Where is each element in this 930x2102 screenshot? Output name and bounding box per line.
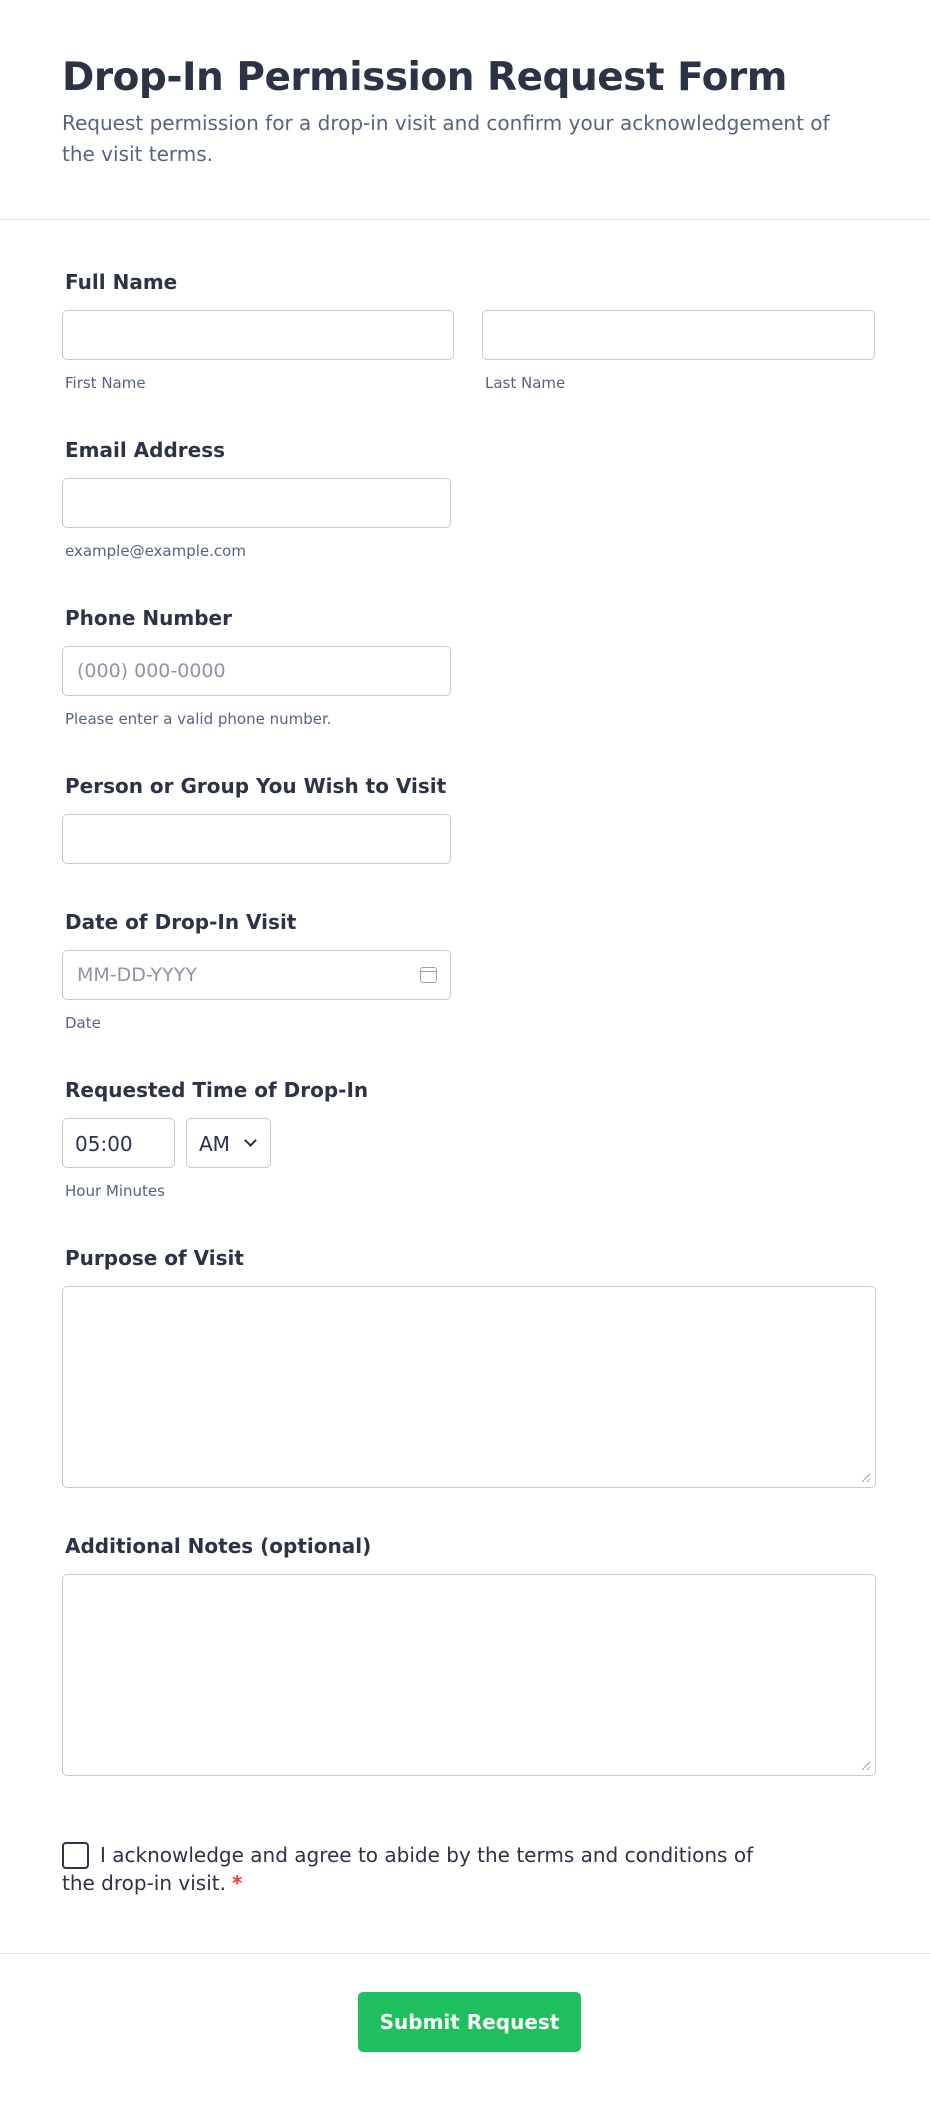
visit-person-label: Person or Group You Wish to Visit	[65, 774, 447, 798]
submit-button[interactable]: Submit Request	[358, 1992, 581, 2052]
email-label: Email Address	[65, 438, 226, 462]
visit-person-input[interactable]	[62, 814, 451, 864]
form-header: Drop-In Permission Request Form Request …	[0, 0, 930, 220]
resize-handle-icon[interactable]	[862, 1762, 870, 1770]
phone-field: Phone Number (000) 000-0000 Please enter…	[62, 604, 451, 728]
notes-textarea[interactable]	[62, 1574, 876, 1776]
first-name-input[interactable]	[62, 310, 454, 360]
visit-time-sublabel: Hour Minutes	[65, 1182, 165, 1200]
visit-time-field: Requested Time of Drop-In 05:00 AM Hour …	[62, 1076, 368, 1200]
notes-field: Additional Notes (optional)	[62, 1532, 876, 1776]
first-name-sublabel: First Name	[65, 374, 146, 392]
ampm-select[interactable]: AM	[186, 1118, 271, 1168]
visit-date-input[interactable]: MM-DD-YYYY	[62, 950, 451, 1000]
form-title: Drop-In Permission Request Form	[62, 55, 787, 100]
form-subtitle: Request permission for a drop-in visit a…	[62, 111, 830, 166]
phone-label: Phone Number	[65, 606, 232, 630]
last-name-input[interactable]	[482, 310, 875, 360]
last-name-sublabel: Last Name	[485, 374, 566, 392]
footer-divider	[0, 1953, 930, 1954]
full-name-field: Full Name First Name Last Name	[62, 268, 876, 392]
purpose-label: Purpose of Visit	[65, 1246, 244, 1270]
email-field: Email Address example@example.com	[62, 436, 451, 560]
time-input[interactable]: 05:00	[62, 1118, 175, 1168]
visit-date-placeholder: MM-DD-YYYY	[77, 964, 197, 986]
purpose-textarea[interactable]	[62, 1286, 876, 1488]
calendar-icon[interactable]	[420, 967, 437, 983]
required-mark: *	[231, 1871, 243, 1895]
phone-input[interactable]: (000) 000-0000	[62, 646, 451, 696]
full-name-label: Full Name	[65, 270, 178, 294]
time-value: 05:00	[75, 1132, 133, 1156]
phone-sublabel: Please enter a valid phone number.	[65, 710, 332, 728]
visit-date-label: Date of Drop-In Visit	[65, 910, 297, 934]
acknowledge-label: I acknowledge and agree to abide by the …	[62, 1843, 754, 1895]
acknowledge-text: I acknowledge and agree to abide by the …	[62, 1841, 782, 1897]
purpose-field: Purpose of Visit	[62, 1244, 876, 1488]
resize-handle-icon[interactable]	[862, 1474, 870, 1482]
ampm-value: AM	[199, 1132, 230, 1156]
phone-placeholder: (000) 000-0000	[77, 660, 226, 682]
visit-date-sublabel: Date	[65, 1014, 101, 1032]
email-sublabel: example@example.com	[65, 542, 246, 560]
email-input[interactable]	[62, 478, 451, 528]
chevron-down-icon	[244, 1134, 257, 1147]
notes-label: Additional Notes (optional)	[65, 1534, 372, 1558]
visit-person-field: Person or Group You Wish to Visit	[62, 772, 451, 864]
visit-date-field: Date of Drop-In Visit MM-DD-YYYY Date	[62, 908, 451, 1032]
visit-time-label: Requested Time of Drop-In	[65, 1078, 369, 1102]
